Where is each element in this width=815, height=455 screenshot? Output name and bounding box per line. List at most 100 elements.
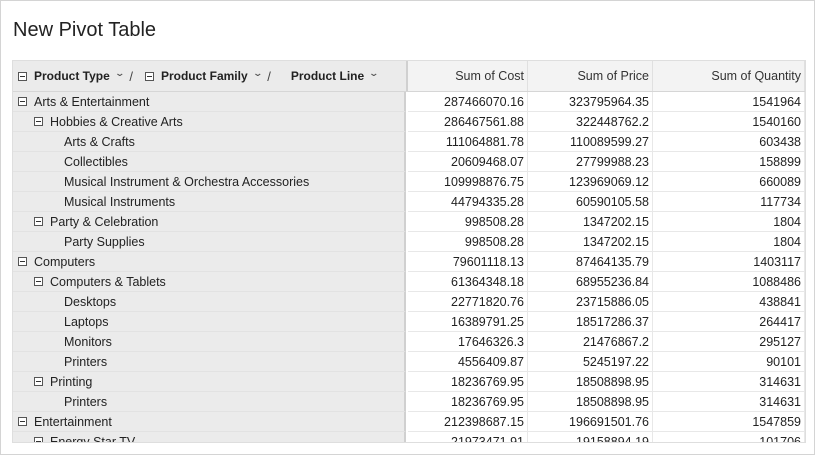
row-header-cell: Energy Star TV — [13, 432, 406, 443]
row-label: Entertainment — [34, 414, 112, 429]
row-label: Musical Instruments — [64, 194, 176, 209]
price-cell[interactable]: 21476867.2 — [528, 332, 653, 352]
quantity-cell[interactable]: 90101 — [653, 352, 805, 372]
quantity-cell[interactable]: 438841 — [653, 292, 805, 312]
price-cell[interactable]: 18508898.95 — [528, 392, 653, 412]
quantity-cell[interactable]: 1804 — [653, 212, 805, 232]
cost-cell[interactable]: 287466070.16 — [408, 92, 528, 112]
cost-cell[interactable]: 44794335.28 — [408, 192, 528, 212]
cost-cell[interactable]: 61364348.18 — [408, 272, 528, 292]
quantity-cell[interactable]: 117734 — [653, 192, 805, 212]
table-row: Energy Star TV 21973471.91 19158894.19 1017… — [13, 432, 805, 443]
cost-cell[interactable]: 111064881.78 — [408, 132, 528, 152]
row-label: Monitors — [64, 334, 112, 349]
dimension-chip[interactable]: Product Line ⌄ — [283, 68, 380, 84]
row-label: Energy Star TV — [50, 434, 136, 443]
price-cell[interactable]: 18508898.95 — [528, 372, 653, 392]
quantity-cell[interactable]: 314631 — [653, 392, 805, 412]
pivot-table: Product Type ⌄ / Product Family ⌄ / Product Li… — [12, 60, 806, 443]
row-header-cell: Monitors — [13, 332, 406, 352]
row-label: Computers — [34, 254, 96, 269]
price-cell[interactable]: 196691501.76 — [528, 412, 653, 432]
cost-cell[interactable]: 79601118.13 — [408, 252, 528, 272]
row-header-cell: Arts & Crafts — [13, 132, 406, 152]
row-header-cell: Hobbies & Creative Arts — [13, 112, 406, 132]
table-row: Party & Celebration 998508.28 1347202.15 18… — [13, 212, 805, 232]
table-row: Arts & Crafts 111064881.78 110089599.27 603… — [13, 132, 805, 152]
collapse-icon[interactable] — [34, 377, 43, 386]
table-row: Laptops 16389791.25 18517286.37 264417 — [13, 312, 805, 332]
cost-cell[interactable]: 20609468.07 — [408, 152, 528, 172]
quantity-cell[interactable]: 264417 — [653, 312, 805, 332]
price-cell[interactable]: 1347202.15 — [528, 232, 653, 252]
price-cell[interactable]: 18517286.37 — [528, 312, 653, 332]
collapse-icon[interactable] — [34, 437, 43, 442]
collapse-icon[interactable] — [34, 217, 43, 226]
cost-cell[interactable]: 22771820.76 — [408, 292, 528, 312]
cost-cell[interactable]: 109998876.75 — [408, 172, 528, 192]
price-cell[interactable]: 1347202.15 — [528, 212, 653, 232]
row-dimensions-header: Product Type ⌄ / Product Family ⌄ / Product Li… — [13, 61, 408, 91]
collapse-all-icon[interactable] — [18, 71, 27, 81]
price-cell[interactable]: 27799988.23 — [528, 152, 653, 172]
row-label: Party & Celebration — [50, 214, 159, 229]
page-title: New Pivot Table — [13, 19, 157, 41]
collapse-icon[interactable] — [18, 257, 27, 266]
cost-cell[interactable]: 17646326.3 — [408, 332, 528, 352]
cost-cell[interactable]: 998508.28 — [408, 232, 528, 252]
cost-cell[interactable]: 18236769.95 — [408, 372, 528, 392]
quantity-cell[interactable]: 101706 — [653, 432, 805, 442]
price-cell[interactable]: 5245197.22 — [528, 352, 653, 372]
cost-cell[interactable]: 21973471.91 — [408, 432, 528, 442]
row-header-cell: Printing — [13, 372, 406, 392]
price-cell[interactable]: 123969069.12 — [528, 172, 653, 192]
table-row: Computers 79601118.13 87464135.79 1403117 — [13, 252, 805, 272]
price-cell[interactable]: 68955236.84 — [528, 272, 653, 292]
price-cell[interactable]: 110089599.27 — [528, 132, 653, 152]
quantity-cell[interactable]: 603438 — [653, 132, 805, 152]
quantity-cell[interactable]: 1088486 — [653, 272, 805, 292]
price-cell[interactable]: 23715886.05 — [528, 292, 653, 312]
collapse-icon[interactable] — [34, 117, 43, 126]
quantity-cell[interactable]: 1804 — [653, 232, 805, 252]
table-row: Entertainment 212398687.15 196691501.76 154… — [13, 412, 805, 432]
chevron-down-icon[interactable]: ⌄ — [114, 68, 125, 79]
dimension-chip[interactable]: Product Family ⌄ — [144, 68, 263, 83]
cost-cell[interactable]: 4556409.87 — [408, 352, 528, 372]
collapse-icon[interactable] — [34, 277, 43, 286]
table-row: Computers & Tablets 61364348.18 68955236.8… — [13, 272, 805, 292]
price-cell[interactable]: 60590105.58 — [528, 192, 653, 212]
column-header-sum-of-quantity[interactable]: Sum of Quantity — [653, 61, 805, 91]
quantity-cell[interactable]: 1540160 — [653, 112, 805, 132]
column-header-sum-of-cost[interactable]: Sum of Cost — [408, 61, 528, 91]
collapse-icon[interactable] — [18, 97, 27, 106]
chevron-down-icon[interactable]: ⌄ — [252, 68, 263, 79]
price-cell[interactable]: 19158894.19 — [528, 432, 653, 442]
row-header-cell: Musical Instruments — [13, 192, 406, 212]
row-label: Printers — [64, 394, 108, 409]
row-label: Laptops — [64, 314, 109, 329]
quantity-cell[interactable]: 314631 — [653, 372, 805, 392]
column-header-sum-of-price[interactable]: Sum of Price — [528, 61, 653, 91]
quantity-cell[interactable]: 660089 — [653, 172, 805, 192]
row-label: Printers — [64, 354, 108, 369]
quantity-cell[interactable]: 1541964 — [653, 92, 805, 112]
quantity-cell[interactable]: 1403117 — [653, 252, 805, 272]
quantity-cell[interactable]: 295127 — [653, 332, 805, 352]
chevron-down-icon[interactable]: ⌄ — [369, 68, 380, 79]
price-cell[interactable]: 323795964.35 — [528, 92, 653, 112]
collapse-all-icon[interactable] — [144, 71, 154, 81]
price-cell[interactable]: 87464135.79 — [528, 252, 653, 272]
cost-cell[interactable]: 998508.28 — [408, 212, 528, 232]
collapse-icon[interactable] — [18, 417, 27, 426]
table-row: Printers 4556409.87 5245197.22 90101 — [13, 352, 805, 372]
cost-cell[interactable]: 16389791.25 — [408, 312, 528, 332]
quantity-cell[interactable]: 158899 — [653, 152, 805, 172]
cost-cell[interactable]: 18236769.95 — [408, 392, 528, 412]
table-row: Printers 18236769.95 18508898.95 314631 — [13, 392, 805, 412]
price-cell[interactable]: 322448762.2 — [528, 112, 653, 132]
cost-cell[interactable]: 212398687.15 — [408, 412, 528, 432]
dimension-chip[interactable]: Product Type ⌄ — [18, 68, 125, 83]
cost-cell[interactable]: 286467561.88 — [408, 112, 528, 132]
quantity-cell[interactable]: 1547859 — [653, 412, 805, 432]
